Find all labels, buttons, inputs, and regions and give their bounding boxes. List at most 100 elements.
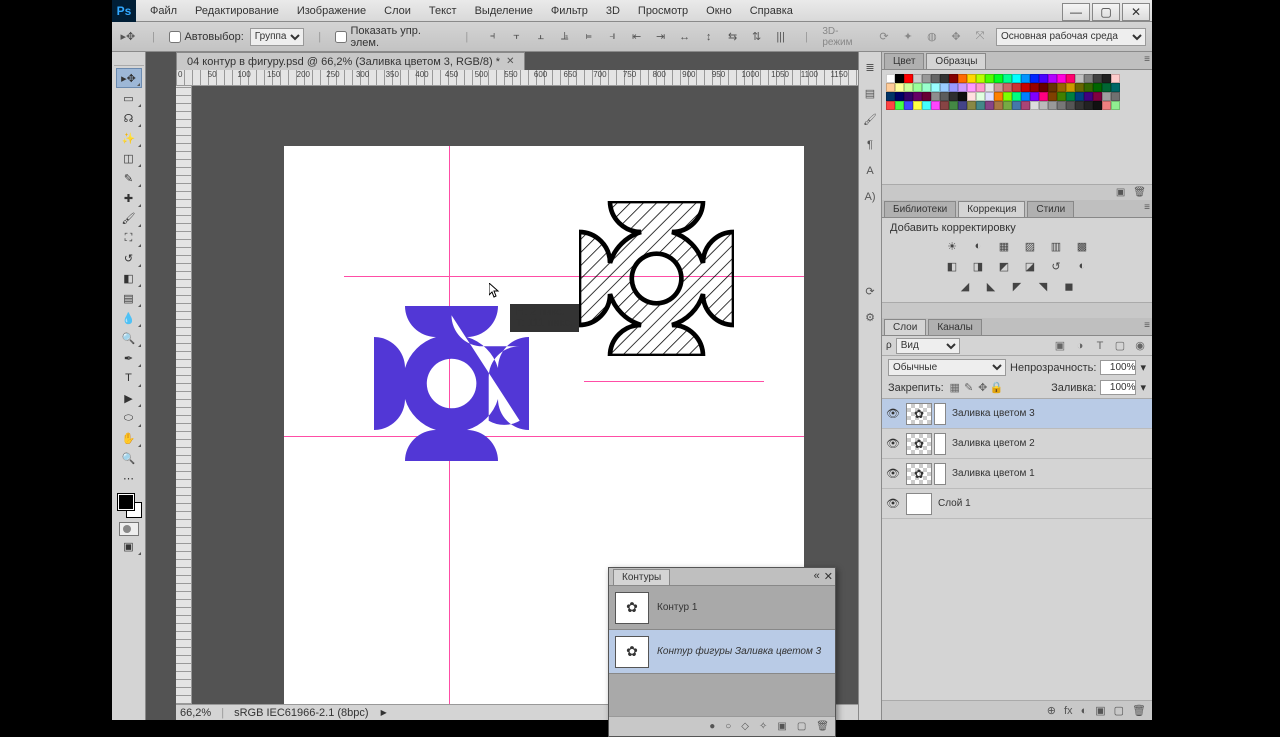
swatch[interactable] xyxy=(1003,92,1012,101)
menu-Просмотр[interactable]: Просмотр xyxy=(630,2,696,20)
swatch[interactable] xyxy=(1066,83,1075,92)
panel-menu-icon[interactable]: ≡ xyxy=(1144,54,1150,65)
swatch[interactable] xyxy=(1003,74,1012,83)
swatch[interactable] xyxy=(913,92,922,101)
menu-3D[interactable]: 3D xyxy=(598,2,628,20)
swatch[interactable] xyxy=(1012,92,1021,101)
panel-menu-icon[interactable]: ≡ xyxy=(1144,320,1150,331)
path-action-icon[interactable]: ✧ xyxy=(759,721,767,732)
swatch[interactable] xyxy=(985,92,994,101)
menu-Файл[interactable]: Файл xyxy=(142,2,185,20)
swatch[interactable] xyxy=(904,83,913,92)
swatch[interactable] xyxy=(1021,83,1030,92)
swatch[interactable] xyxy=(1066,101,1075,110)
swatch[interactable] xyxy=(1039,74,1048,83)
swatch[interactable] xyxy=(1048,92,1057,101)
swatch[interactable] xyxy=(1039,92,1048,101)
layer-row[interactable]: 👁Слой 1 xyxy=(882,489,1152,519)
layer-filter-icon[interactable]: ◑ xyxy=(1072,338,1088,354)
swatch[interactable] xyxy=(994,92,1003,101)
swatch[interactable] xyxy=(1012,101,1021,110)
swatch[interactable] xyxy=(913,83,922,92)
adjustment-icon[interactable]: ▥ xyxy=(1048,238,1064,254)
align-icon[interactable]: ⇤ xyxy=(627,27,647,47)
swatch[interactable] xyxy=(922,83,931,92)
swatch[interactable] xyxy=(976,101,985,110)
swatch[interactable] xyxy=(1075,101,1084,110)
path-action-icon[interactable]: ▢ xyxy=(797,721,806,732)
swatch-grid[interactable] xyxy=(882,70,1152,114)
align-icon[interactable]: ⫞ xyxy=(483,27,503,47)
swatch[interactable] xyxy=(1030,74,1039,83)
tab-adjustments[interactable]: Коррекция xyxy=(958,201,1025,217)
swatch[interactable] xyxy=(1066,92,1075,101)
swatch[interactable] xyxy=(1084,83,1093,92)
lasso-tool[interactable]: ☊ xyxy=(116,108,142,128)
layer-row[interactable]: 👁✿Заливка цветом 2 xyxy=(882,429,1152,459)
layer-action-icon[interactable]: ▣ xyxy=(1095,704,1105,717)
eyedropper-tool[interactable]: ✎ xyxy=(116,168,142,188)
swatch[interactable] xyxy=(1057,83,1066,92)
swatch[interactable] xyxy=(1039,101,1048,110)
layer-name[interactable]: Заливка цветом 3 xyxy=(952,408,1035,419)
menu-Окно[interactable]: Окно xyxy=(698,2,740,20)
swatch[interactable] xyxy=(1102,101,1111,110)
workspace-switcher[interactable]: Основная рабочая среда xyxy=(996,28,1146,46)
adjustment-icon[interactable]: ▨ xyxy=(1022,238,1038,254)
swatch[interactable] xyxy=(895,83,904,92)
swatch[interactable] xyxy=(1039,83,1048,92)
swatch[interactable] xyxy=(985,101,994,110)
adjustment-icon[interactable]: ◩ xyxy=(996,258,1012,274)
crop-tool[interactable]: ◫ xyxy=(116,148,142,168)
panel-menu-icon[interactable]: ≡ xyxy=(1144,202,1150,213)
hand-tool[interactable]: ✋ xyxy=(116,428,142,448)
swatch[interactable] xyxy=(1012,74,1021,83)
swatch[interactable] xyxy=(1021,74,1030,83)
paths-panel[interactable]: Контуры «✕ ✿Контур 1✿Контур фигуры Залив… xyxy=(608,567,836,737)
dodge-tool[interactable]: 🔍 xyxy=(116,328,142,348)
layer-row[interactable]: 👁✿Заливка цветом 1 xyxy=(882,459,1152,489)
layer-thumb[interactable] xyxy=(906,493,932,515)
blend-mode[interactable]: Обычные xyxy=(888,359,1006,376)
swatch[interactable] xyxy=(1084,92,1093,101)
layer-thumb[interactable]: ✿ xyxy=(906,433,932,455)
menu-Текст[interactable]: Текст xyxy=(421,2,465,20)
menu-Слои[interactable]: Слои xyxy=(376,2,419,20)
swatch[interactable] xyxy=(922,92,931,101)
swatch[interactable] xyxy=(1003,83,1012,92)
opacity-input[interactable] xyxy=(1100,360,1136,375)
swatch[interactable] xyxy=(1075,74,1084,83)
visibility-icon[interactable]: 👁 xyxy=(886,437,900,451)
type-tool[interactable]: T xyxy=(116,368,142,388)
swatch[interactable] xyxy=(931,101,940,110)
layer-filter-icon[interactable]: ▢ xyxy=(1112,338,1128,354)
swatch[interactable] xyxy=(913,101,922,110)
show-transform-controls[interactable]: Показать упр. элем. xyxy=(335,25,450,49)
swatch[interactable] xyxy=(949,92,958,101)
swatch[interactable] xyxy=(976,92,985,101)
tab-libraries[interactable]: Библиотеки xyxy=(884,201,956,217)
visibility-icon[interactable]: 👁 xyxy=(886,407,900,421)
swatch[interactable] xyxy=(1057,92,1066,101)
swatch[interactable] xyxy=(1093,74,1102,83)
swatch[interactable] xyxy=(1102,92,1111,101)
swatch[interactable] xyxy=(940,92,949,101)
swatch[interactable] xyxy=(1075,92,1084,101)
swatch[interactable] xyxy=(967,83,976,92)
panel-shortcut-icon[interactable]: 🖌 xyxy=(861,110,879,128)
swatch[interactable] xyxy=(949,101,958,110)
panel-shortcut-icon[interactable]: ⟳ xyxy=(861,282,879,300)
path-select-tool[interactable]: ▶ xyxy=(116,388,142,408)
swatch[interactable] xyxy=(1093,92,1102,101)
wand-tool[interactable]: ✨ xyxy=(116,128,142,148)
swatch[interactable] xyxy=(940,101,949,110)
swatch[interactable] xyxy=(1021,92,1030,101)
adjustment-icon[interactable]: ◥ xyxy=(1035,278,1051,294)
adjustment-icon[interactable]: ◧ xyxy=(944,258,960,274)
align-icon[interactable]: ⫡ xyxy=(555,27,575,47)
swatch[interactable] xyxy=(904,74,913,83)
swatch[interactable] xyxy=(967,92,976,101)
swatch[interactable] xyxy=(913,74,922,83)
edit-toolbar[interactable]: ⋯ xyxy=(116,468,142,488)
swatch[interactable] xyxy=(1057,101,1066,110)
